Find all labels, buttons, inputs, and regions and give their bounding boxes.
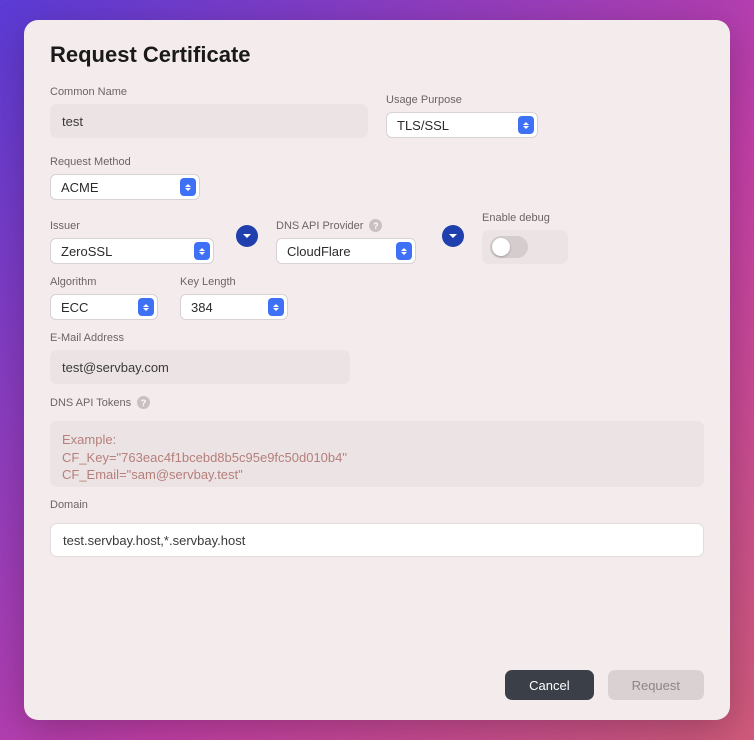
- label-email: E-Mail Address: [50, 332, 350, 344]
- label-key-length: Key Length: [180, 276, 292, 288]
- issuer-select[interactable]: ZeroSSL: [50, 238, 214, 264]
- email-input[interactable]: [50, 350, 350, 384]
- dialog-title: Request Certificate: [50, 42, 704, 68]
- chevron-down-icon: [242, 231, 252, 241]
- label-algorithm: Algorithm: [50, 276, 162, 288]
- updown-icon: [138, 298, 154, 316]
- label-issuer: Issuer: [50, 220, 218, 232]
- chevron-down-icon: [448, 231, 458, 241]
- request-certificate-dialog: Request Certificate Common Name Usage Pu…: [24, 20, 730, 720]
- updown-icon: [396, 242, 412, 260]
- cancel-button[interactable]: Cancel: [505, 670, 593, 700]
- label-common-name: Common Name: [50, 86, 368, 98]
- form-area: Common Name Usage Purpose TLS/SSL Reques…: [50, 86, 704, 670]
- usage-purpose-value: TLS/SSL: [397, 118, 449, 133]
- label-request-method: Request Method: [50, 156, 200, 168]
- key-length-value: 384: [191, 300, 213, 315]
- updown-icon: [194, 242, 210, 260]
- issuer-expand-button[interactable]: [236, 225, 258, 247]
- label-dns-api-provider: DNS API Provider ?: [276, 219, 424, 232]
- dns-api-tokens-input[interactable]: [50, 421, 704, 487]
- dns-provider-select[interactable]: CloudFlare: [276, 238, 416, 264]
- usage-purpose-select[interactable]: TLS/SSL: [386, 112, 538, 138]
- request-button[interactable]: Request: [608, 670, 704, 700]
- algorithm-select[interactable]: ECC: [50, 294, 158, 320]
- common-name-input[interactable]: [50, 104, 368, 138]
- label-domain: Domain: [50, 499, 704, 511]
- updown-icon: [268, 298, 284, 316]
- help-icon[interactable]: ?: [137, 396, 150, 409]
- help-icon[interactable]: ?: [369, 219, 382, 232]
- issuer-value: ZeroSSL: [61, 244, 112, 259]
- enable-debug-wrapper: [482, 230, 568, 264]
- request-method-select[interactable]: ACME: [50, 174, 200, 200]
- dialog-footer: Cancel Request: [50, 670, 704, 700]
- dns-provider-value: CloudFlare: [287, 244, 351, 259]
- label-enable-debug: Enable debug: [482, 212, 568, 224]
- dns-provider-expand-button[interactable]: [442, 225, 464, 247]
- updown-icon: [180, 178, 196, 196]
- request-method-value: ACME: [61, 180, 99, 195]
- label-usage-purpose: Usage Purpose: [386, 94, 544, 106]
- key-length-select[interactable]: 384: [180, 294, 288, 320]
- label-dns-api-tokens: DNS API Tokens ?: [50, 396, 704, 409]
- enable-debug-toggle[interactable]: [490, 236, 528, 258]
- algorithm-value: ECC: [61, 300, 88, 315]
- updown-icon: [518, 116, 534, 134]
- domain-input[interactable]: [50, 523, 704, 557]
